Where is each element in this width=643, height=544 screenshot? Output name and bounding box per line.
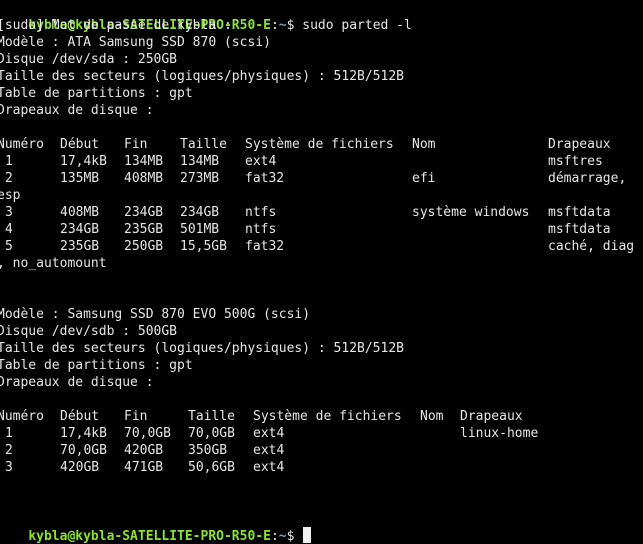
cell-filesystem: ntfs — [245, 205, 277, 220]
cell-size: 350GB — [188, 443, 228, 458]
disk1-partition-table: Table de partitions : gpt — [0, 86, 193, 101]
disk2-model: Modèle : Samsung SSD 870 EVO 500G (scsi) — [0, 307, 311, 322]
prompt-symbol: $ — [286, 18, 303, 33]
command-text: sudo parted -l — [302, 18, 412, 33]
cell-end: 250GB — [124, 239, 164, 254]
header-flags: Drapeaux — [460, 409, 523, 424]
table-row: 1 17,4kB 70,0GB 70,0GB ext4 linux-home — [0, 425, 538, 442]
cell-number: 3 — [5, 205, 13, 220]
table-row-wrap: , no_automount — [0, 256, 107, 271]
cell-flags: linux-home — [460, 426, 539, 441]
cell-end: 234GB — [124, 205, 164, 220]
cell-end: 70,0GB — [124, 426, 171, 441]
disk1-disk-flags: Drapeaux de disque : — [0, 103, 154, 118]
cell-start: 234GB — [60, 222, 100, 237]
cell-flags: msftdata — [548, 222, 611, 237]
cell-start: 408MB — [60, 205, 100, 220]
table-row: 4 234GB 235GB 501MB ntfs msftdata — [0, 221, 611, 238]
table-row: 1 17,4kB 134MB 134MB ext4 msftres — [0, 153, 603, 170]
cell-size: 234GB — [180, 205, 220, 220]
header-size: Taille — [180, 137, 227, 152]
disk2-device: Disque /dev/sdb : 500GB — [0, 324, 178, 339]
header-end: Fin — [124, 137, 148, 152]
prompt-symbol: $ — [286, 529, 303, 544]
disk1-device: Disque /dev/sda : 250GB — [0, 52, 178, 67]
header-size: Taille — [188, 409, 235, 424]
prompt-user-host: kybla@kybla-SATELLITE-PRO-R50-E — [28, 529, 271, 544]
disk1-sector-size: Taille des secteurs (logiques/physiques)… — [0, 69, 404, 84]
cell-filesystem: fat32 — [245, 171, 285, 186]
cell-size: 273MB — [180, 171, 220, 186]
disk1-table-header: Numéro Début Fin Taille Système de fichi… — [0, 136, 611, 153]
cell-start: 17,4kB — [60, 154, 107, 169]
terminal-cursor[interactable] — [303, 527, 312, 543]
disk2-partition-table: Table de partitions : gpt — [0, 358, 193, 373]
cell-end: 420GB — [124, 443, 164, 458]
cell-start: 70,0GB — [60, 443, 107, 458]
cell-size: 501MB — [180, 222, 220, 237]
cell-end: 408MB — [124, 171, 164, 186]
header-filesystem: Système de fichiers — [245, 137, 394, 152]
header-start: Début — [60, 409, 100, 424]
cell-end: 134MB — [124, 154, 164, 169]
cell-filesystem: ext4 — [253, 460, 285, 475]
disk2-table-header: Numéro Début Fin Taille Système de fichi… — [0, 408, 523, 425]
cell-size: 15,5GB — [180, 239, 227, 254]
table-row: 3 408MB 234GB 234GB ntfs système windows… — [0, 204, 611, 221]
sudo-prompt: [sudo] Mot de passe de kybla : — [0, 18, 232, 33]
cell-filesystem: fat32 — [245, 239, 285, 254]
cell-number: 3 — [5, 460, 13, 475]
table-row: 5 235GB 250GB 15,5GB fat32 caché, diag — [0, 238, 634, 255]
header-flags: Drapeaux — [548, 137, 611, 152]
table-row: 3 420GB 471GB 50,6GB ext4 — [0, 459, 284, 476]
table-row: 2 135MB 408MB 273MB fat32 efi démarrage, — [0, 170, 626, 187]
prompt-path: ~ — [278, 529, 287, 544]
header-name: Nom — [412, 137, 436, 152]
cell-number: 5 — [5, 239, 13, 254]
cell-number: 2 — [5, 171, 13, 186]
cell-flags: msftres — [548, 154, 603, 169]
prompt-line-final[interactable]: kybla@kybla-SATELLITE-PRO-R50-E:~$ — [0, 510, 312, 544]
cell-flags: démarrage, — [548, 171, 627, 186]
header-end: Fin — [124, 409, 148, 424]
header-name: Nom — [420, 409, 444, 424]
cell-number: 4 — [5, 222, 13, 237]
disk2-sector-size: Taille des secteurs (logiques/physiques)… — [0, 341, 404, 356]
cell-number: 1 — [5, 154, 13, 169]
cell-size: 134MB — [180, 154, 220, 169]
cell-filesystem: ext4 — [245, 154, 277, 169]
cell-flags: caché, diag — [548, 239, 635, 254]
header-number: Numéro — [0, 137, 44, 152]
cell-name: système windows — [412, 205, 530, 220]
cell-number: 2 — [5, 443, 13, 458]
cell-start: 17,4kB — [60, 426, 107, 441]
cell-size: 70,0GB — [188, 426, 235, 441]
prompt-separator: : — [270, 18, 279, 33]
disk2-disk-flags: Drapeaux de disque : — [0, 375, 154, 390]
prompt-path: ~ — [278, 18, 287, 33]
disk1-model: Modèle : ATA Samsung SSD 870 (scsi) — [0, 35, 271, 50]
table-row: 2 70,0GB 420GB 350GB ext4 — [0, 442, 284, 459]
cell-name: efi — [412, 171, 436, 186]
cell-start: 135MB — [60, 171, 100, 186]
header-start: Début — [60, 137, 100, 152]
cell-start: 420GB — [60, 460, 100, 475]
header-number: Numéro — [0, 409, 44, 424]
cell-number: 1 — [5, 426, 13, 441]
cell-end: 471GB — [124, 460, 164, 475]
terminal-window[interactable]: kybla@kybla-SATELLITE-PRO-R50-E:~$ sudo … — [0, 0, 643, 544]
prompt-separator: : — [270, 529, 279, 544]
cell-filesystem: ntfs — [245, 222, 277, 237]
cell-filesystem: ext4 — [253, 426, 285, 441]
cell-size: 50,6GB — [188, 460, 235, 475]
cell-start: 235GB — [60, 239, 100, 254]
prompt-line: kybla@kybla-SATELLITE-PRO-R50-E:~$ sudo … — [0, 0, 412, 33]
cell-filesystem: ext4 — [253, 443, 285, 458]
table-row-wrap: esp — [0, 188, 21, 203]
header-filesystem: Système de fichiers — [253, 409, 402, 424]
cell-flags: msftdata — [548, 205, 611, 220]
cell-end: 235GB — [124, 222, 164, 237]
